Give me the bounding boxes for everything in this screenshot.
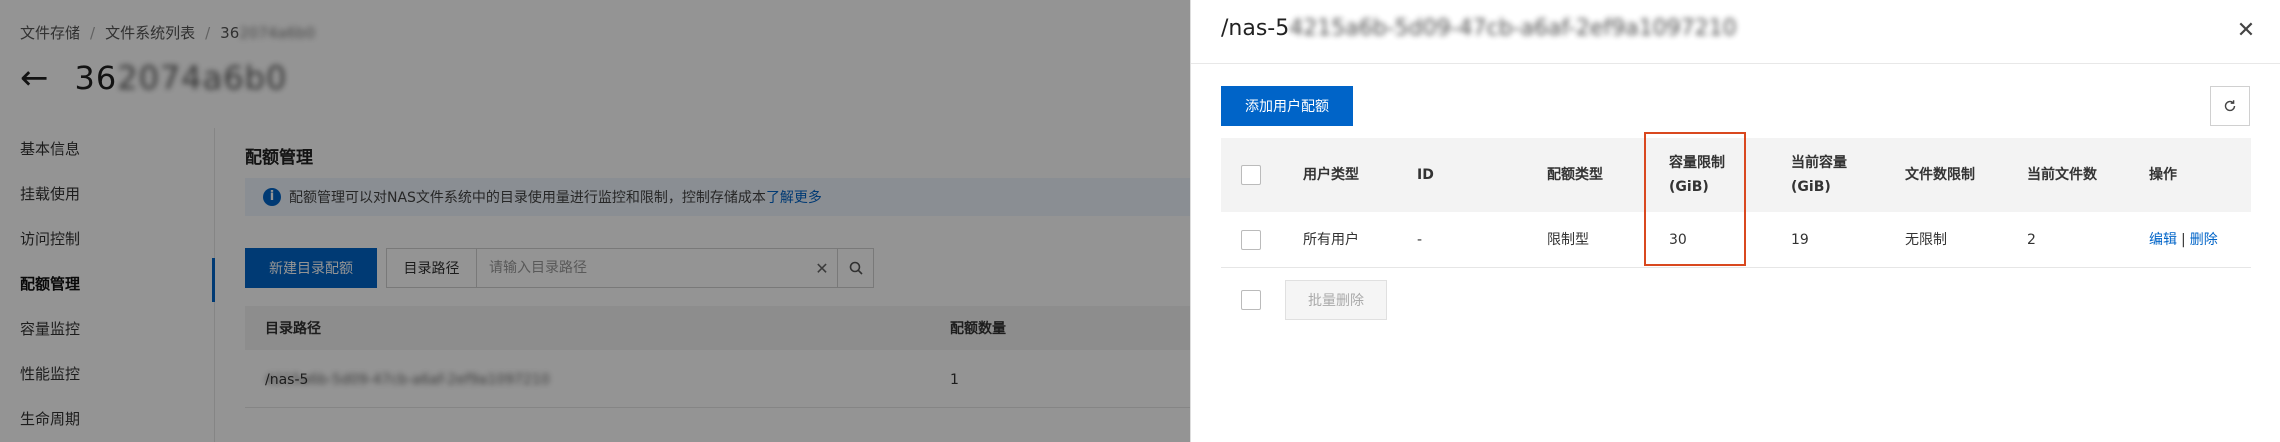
- actions-cell: 编辑 | 删除: [2149, 228, 2218, 252]
- id-cell: -: [1417, 231, 1423, 248]
- row-checkbox[interactable]: [1241, 229, 1261, 250]
- drawer-header: /nas-54215a6b-5d09-47cb-a6af-2ef9a109721…: [1191, 0, 2280, 64]
- column-header-actions: 操作: [2149, 167, 2177, 183]
- column-header-current-files: 当前文件数: [2027, 167, 2097, 183]
- current-files-cell: 2: [2027, 231, 2036, 248]
- add-user-quota-button[interactable]: 添加用户配额: [1221, 86, 1353, 126]
- select-all-checkbox[interactable]: [1241, 165, 1261, 185]
- refresh-icon: [2224, 100, 2236, 112]
- drawer-title-blurred-id: 4215a6b-5d09-47cb-a6af-2ef9a1097210: [1289, 16, 1737, 41]
- user-type-cell: 所有用户: [1303, 231, 1359, 248]
- close-icon[interactable]: ✕: [2233, 18, 2259, 44]
- delete-link[interactable]: 删除: [2190, 232, 2218, 248]
- column-header-id: ID: [1417, 167, 1434, 183]
- current-capacity-cell: 19: [1791, 231, 1809, 248]
- batch-delete-button[interactable]: 批量删除: [1285, 280, 1387, 320]
- modal-overlay[interactable]: [0, 0, 1190, 442]
- drawer-title: /nas-54215a6b-5d09-47cb-a6af-2ef9a109721…: [1221, 16, 1737, 41]
- file-limit-cell: 无限制: [1905, 231, 1947, 248]
- column-header-quota-type: 配额类型: [1547, 167, 1603, 183]
- quota-type-cell: 限制型: [1547, 231, 1589, 248]
- action-separator: |: [2181, 231, 2186, 248]
- refresh-button[interactable]: [2210, 86, 2250, 126]
- edit-link[interactable]: 编辑: [2149, 232, 2177, 248]
- column-header-current-capacity: 当前容量 (GiB): [1791, 155, 1847, 195]
- column-header-user-type: 用户类型: [1303, 167, 1359, 183]
- capacity-limit-highlight: [1644, 132, 1746, 266]
- column-header-file-limit: 文件数限制: [1905, 167, 1975, 183]
- batch-select-checkbox[interactable]: [1241, 290, 1261, 310]
